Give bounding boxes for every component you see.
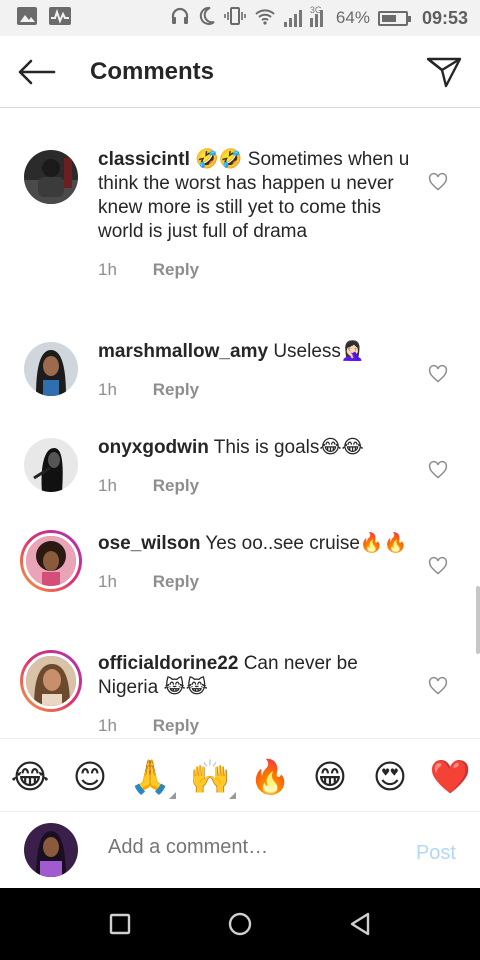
reply-button[interactable]: Reply <box>153 260 199 279</box>
emoji-heart-eyes[interactable]: 😍 <box>368 755 412 799</box>
avatar-image <box>23 653 79 709</box>
avatar[interactable] <box>24 150 78 204</box>
signal-3g-icon: 3G <box>309 5 328 27</box>
page-title: Comments <box>90 57 215 85</box>
comment-meta: 1h Reply <box>98 378 416 402</box>
comment-body: ose_wilson Yes oo..see cruise🔥🔥 1h Reply <box>98 532 416 594</box>
like-heart-icon[interactable] <box>428 364 448 384</box>
back-arrow-icon <box>18 59 56 84</box>
comment-time: 1h <box>98 260 117 279</box>
status-bar: 3G 64% 09:53 <box>0 0 480 36</box>
my-avatar <box>24 823 78 877</box>
headphones-icon <box>170 6 190 31</box>
reply-button[interactable]: Reply <box>153 380 199 399</box>
triangle-back-icon <box>350 912 370 936</box>
comment-username[interactable]: classicintl <box>98 149 190 170</box>
reply-button[interactable]: Reply <box>153 716 199 735</box>
scrollbar[interactable] <box>476 586 480 654</box>
comment-text: This is goals😂😂 <box>213 437 364 458</box>
reply-button[interactable]: Reply <box>153 476 199 495</box>
comment-composer: Post <box>0 812 480 888</box>
reply-button[interactable]: Reply <box>153 572 199 591</box>
emoji-raising-hands-glyph: 🙌 <box>189 757 231 796</box>
recents-button[interactable] <box>98 906 142 942</box>
avatar[interactable] <box>24 438 78 492</box>
share-button[interactable] <box>424 52 464 92</box>
comment-username[interactable]: onyxgodwin <box>98 437 209 458</box>
square-icon <box>109 913 131 935</box>
comment-username[interactable]: officialdorine22 <box>98 653 238 674</box>
comment-meta: 1h Reply <box>98 474 416 498</box>
comment-body: marshmallow_amy Useless🤦🏻‍♀️ 1h Reply <box>98 340 416 402</box>
circle-icon <box>228 912 252 936</box>
signal-icon <box>283 9 302 27</box>
avatar-with-story-ring[interactable] <box>20 530 82 592</box>
wifi-icon <box>254 6 276 31</box>
back-nav-button[interactable] <box>338 906 382 942</box>
avatar-image <box>23 533 79 589</box>
activity-icon <box>48 6 72 31</box>
clock: 09:53 <box>421 7 468 28</box>
comment-body: officialdorine22 Can never be Nigeria 😹😹… <box>98 652 416 738</box>
paper-plane-icon <box>426 57 462 88</box>
post-button[interactable]: Post <box>416 842 456 865</box>
comment-text: Useless🤦🏻‍♀️ <box>273 341 365 362</box>
comment-text: Yes oo..see cruise🔥🔥 <box>205 533 408 554</box>
moon-icon <box>198 6 216 31</box>
comment-time: 1h <box>98 380 117 399</box>
back-button[interactable] <box>0 36 72 108</box>
skin-tone-indicator <box>229 792 236 799</box>
avatar-with-story-ring[interactable] <box>20 650 82 712</box>
comment-time: 1h <box>98 572 117 591</box>
comment-input[interactable] <box>108 836 388 859</box>
comment-body: classicintl 🤣🤣 Sometimes when u think th… <box>98 148 416 282</box>
comment-meta: 1h Reply <box>98 570 416 594</box>
comment-time: 1h <box>98 716 117 735</box>
comment-meta: 1h Reply <box>98 714 416 738</box>
emoji-tears-of-joy[interactable]: 😂 <box>8 755 52 799</box>
emoji-folded-hands[interactable]: 🙏 <box>128 755 176 799</box>
emoji-raising-hands[interactable]: 🙌 <box>188 755 236 799</box>
like-heart-icon[interactable] <box>428 556 448 576</box>
battery-percent: 64% <box>335 8 370 27</box>
emoji-fire[interactable]: 🔥 <box>248 755 292 799</box>
system-nav-bar <box>0 888 480 960</box>
comments-list[interactable]: classicintl 🤣🤣 Sometimes when u think th… <box>0 108 480 738</box>
battery-icon <box>377 10 411 26</box>
like-heart-icon[interactable] <box>428 676 448 696</box>
vibrate-icon <box>224 6 246 31</box>
skin-tone-indicator <box>169 792 176 799</box>
comment-time: 1h <box>98 476 117 495</box>
header: Comments <box>0 36 480 108</box>
like-heart-icon[interactable] <box>428 172 448 192</box>
gallery-icon <box>16 6 38 31</box>
emoji-red-heart[interactable]: ❤️ <box>428 755 472 799</box>
emoji-folded-hands-glyph: 🙏 <box>129 757 171 796</box>
comment-body: onyxgodwin This is goals😂😂 1h Reply <box>98 436 416 498</box>
emoji-quick-bar: 😂 😊 🙏 🙌 🔥 😁 😍 ❤️ <box>0 738 480 812</box>
comment-meta: 1h Reply <box>98 258 416 282</box>
home-button[interactable] <box>218 906 262 942</box>
emoji-smiling[interactable]: 😊 <box>68 755 112 799</box>
battery-fill <box>381 14 397 22</box>
comment-username[interactable]: ose_wilson <box>98 533 200 554</box>
comment-username[interactable]: marshmallow_amy <box>98 341 268 362</box>
avatar[interactable] <box>24 342 78 396</box>
emoji-grinning[interactable]: 😁 <box>308 755 352 799</box>
like-heart-icon[interactable] <box>428 460 448 480</box>
